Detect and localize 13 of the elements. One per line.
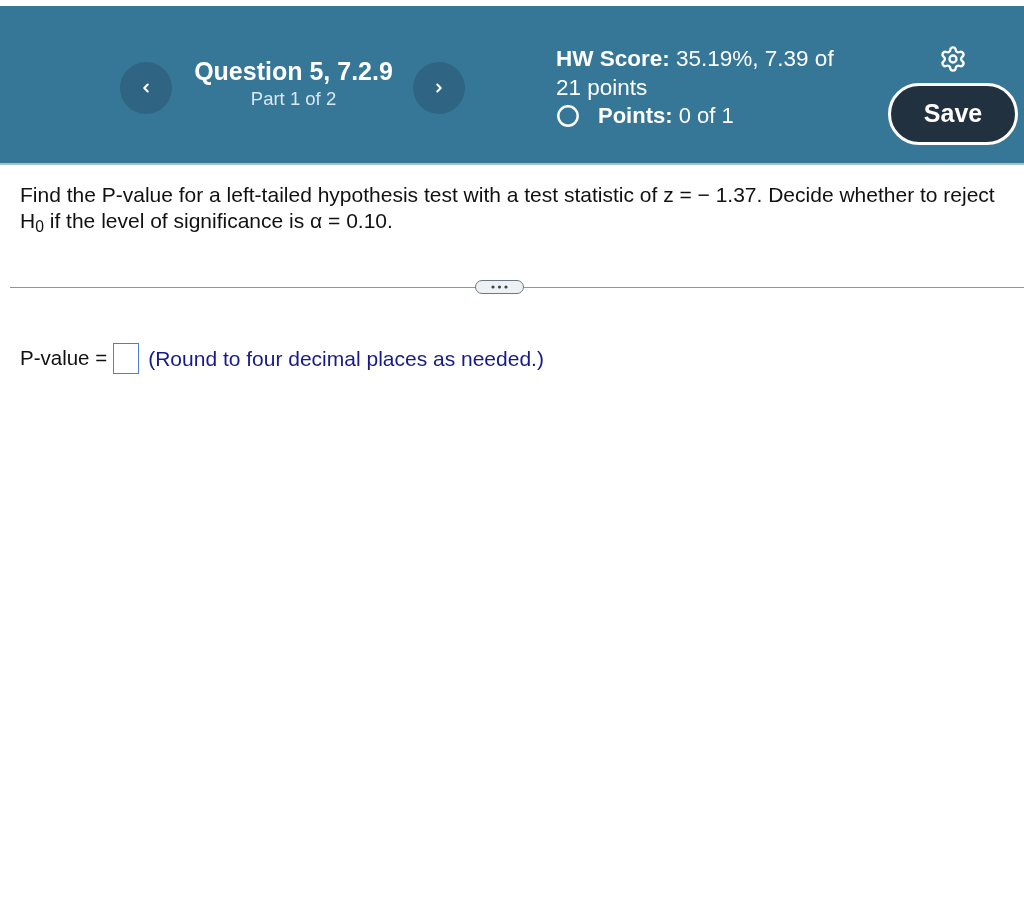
question-title: Question 5, 7.2.9	[194, 56, 393, 87]
hw-score-text: HW Score: 35.19%, 7.39 of 21 points	[556, 45, 835, 102]
p-value-label: P-value =	[20, 345, 108, 372]
settings-icon[interactable]	[939, 45, 967, 73]
rounding-hint: (Round to four decimal places as needed.)	[148, 346, 544, 372]
points-text: Points: 0 of 1	[598, 102, 734, 130]
answer-box[interactable]	[113, 343, 140, 375]
question-text: Find the P-value for a left-tailed hypothesis test with a test statistic of z = − 1.37. Decide whether to reject H$_{0}$ if the level of significance is α = 0.10.	[20, 182, 996, 234]
circle-icon	[557, 105, 579, 128]
part-label: Part 1 of 2	[250, 87, 337, 111]
dots-icon	[491, 285, 508, 289]
save-button[interactable]: Save	[888, 83, 1018, 145]
more-button[interactable]	[475, 280, 524, 294]
